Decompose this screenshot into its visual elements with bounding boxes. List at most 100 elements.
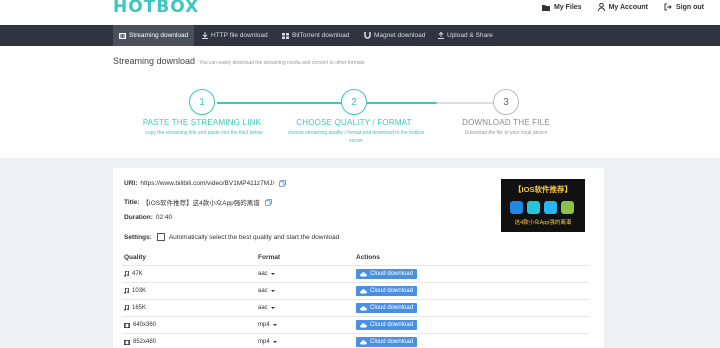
table-row: 852x480 mp4 Cloud download <box>122 333 589 348</box>
auto-select-checkbox[interactable] <box>156 233 165 241</box>
cloud-download-button[interactable]: Cloud download <box>356 337 418 347</box>
auto-select-text[interactable]: Automatically select the best quality an… <box>169 234 340 241</box>
caret-down-icon <box>272 341 277 343</box>
copy-title-icon[interactable] <box>264 198 272 206</box>
cloud-download-icon <box>360 339 367 344</box>
uri-row: URI: https://www.bilibili.com/video/BV1M… <box>124 180 287 187</box>
magnet-icon <box>364 32 371 39</box>
cloud-download-label: Cloud download <box>370 305 414 311</box>
my-files-link[interactable]: My Files <box>541 3 582 11</box>
cloud-download-icon <box>360 271 367 276</box>
thumbnail-app-icons <box>510 201 578 214</box>
copy-uri-icon[interactable] <box>279 180 287 187</box>
title-row: Title: 【IOS软件推荐】这4款小众App强的离谱 <box>124 197 272 207</box>
step-2-number: 2 <box>351 96 357 108</box>
table-row: 640x360 mp4 Cloud download <box>122 316 589 333</box>
title-label: Title: <box>124 198 140 206</box>
format-value: mp4 <box>258 339 270 345</box>
tab-http-file-download-label: HTTP file download <box>211 32 268 39</box>
tab-magnet-download-label: Magnet download <box>374 32 426 39</box>
caret-down-icon <box>270 290 275 292</box>
cloud-download-button[interactable]: Cloud download <box>356 303 418 313</box>
thumbnail-caption: 这4款小众App强的离谱 <box>514 220 572 226</box>
format-select[interactable]: mp4 <box>258 322 277 328</box>
hotbox-logo[interactable]: HOTBOX <box>113 0 199 17</box>
step-1-desc: copy the streaming link and paste into t… <box>145 130 263 136</box>
format-select[interactable]: aac <box>258 271 275 277</box>
user-icon <box>597 3 605 11</box>
step-1-title: PASTE THE STREAMING LINK <box>142 118 262 127</box>
top-links: My Files My Account Sign out <box>541 3 720 11</box>
table-row: 103K aac Cloud download <box>122 282 589 299</box>
title-value: 【IOS软件推荐】这4款小众App强的离谱 <box>142 200 260 207</box>
settings-label: Settings: <box>124 233 152 241</box>
app-icon <box>544 201 557 214</box>
my-account-link[interactable]: My Account <box>597 3 648 11</box>
page-title-text: Streaming download <box>113 56 196 66</box>
duration-label: Duration: <box>124 214 153 221</box>
quality-cell: 47K <box>124 271 143 277</box>
step-3-number: 3 <box>503 96 509 108</box>
duration-row: Duration: 02:40 <box>124 214 172 221</box>
signout-icon <box>664 3 672 11</box>
step-3-circle: 3 <box>493 89 519 115</box>
format-select[interactable]: aac <box>258 288 275 294</box>
download-icon <box>202 32 208 39</box>
uri-label: URI: <box>124 180 138 187</box>
quality-cell: 852x480 <box>124 339 156 345</box>
quality-value: 640x360 <box>133 322 157 328</box>
tab-streaming-download-label: Streaming download <box>129 32 189 39</box>
cloud-download-button[interactable]: Cloud download <box>356 269 418 279</box>
format-select[interactable]: aac <box>258 305 275 311</box>
step-1-number: 1 <box>199 96 205 108</box>
tab-upload-share-label: Upload & Share <box>447 32 493 39</box>
folder-icon <box>541 4 550 11</box>
film-icon <box>124 322 130 328</box>
step-3-title: DOWNLOAD THE FILE <box>462 118 550 127</box>
top-header: HOTBOX My Files My Account Sign out <box>0 0 720 25</box>
tab-bittorrent-download[interactable]: BitTorrent download <box>276 25 355 46</box>
upload-icon <box>438 32 444 39</box>
step-connector-1 <box>217 102 341 104</box>
cloud-download-button[interactable]: Cloud download <box>356 286 418 296</box>
uri-value: https://www.bilibili.com/video/BV1MP411z… <box>140 180 275 187</box>
cloud-download-label: Cloud download <box>370 322 414 328</box>
settings-row: Settings: Automatically select the best … <box>124 233 339 241</box>
format-value: mp4 <box>258 322 270 328</box>
format-header: Format <box>258 254 281 261</box>
app-icon <box>561 201 574 214</box>
cloud-download-button[interactable]: Cloud download <box>356 320 418 330</box>
step-connector-2 <box>367 102 493 104</box>
format-value: aac <box>258 271 268 277</box>
music-icon <box>124 271 129 277</box>
video-thumbnail: 【IOS软件推荐】 这4款小众App强的离谱 <box>501 179 585 232</box>
table-row: 165K aac Cloud download <box>122 299 589 316</box>
film-icon <box>119 32 126 39</box>
format-value: aac <box>258 305 268 311</box>
caret-down-icon <box>270 273 275 275</box>
step-2-desc: choose streaming quality / format and do… <box>287 130 425 144</box>
tab-bittorrent-download-label: BitTorrent download <box>292 32 350 39</box>
sign-out-label: Sign out <box>676 3 704 11</box>
step-3-desc: Download the file to your local device <box>464 130 548 136</box>
tab-upload-share[interactable]: Upload & Share <box>432 25 499 46</box>
my-files-label: My Files <box>553 3 582 11</box>
main-nav: Streaming download HTTP file download Bi… <box>0 25 720 46</box>
cloud-download-icon <box>360 322 367 327</box>
music-icon <box>124 305 129 311</box>
tab-streaming-download[interactable]: Streaming download <box>113 25 195 46</box>
tab-magnet-download[interactable]: Magnet download <box>358 25 431 46</box>
table-row: 47K aac Cloud download <box>122 265 589 282</box>
cloud-download-icon <box>360 305 367 310</box>
step-1-circle: 1 <box>189 89 215 115</box>
tab-http-file-download[interactable]: HTTP file download <box>196 25 274 46</box>
sign-out-link[interactable]: Sign out <box>664 3 704 11</box>
quality-cell: 103K <box>124 288 146 294</box>
page-title: Streaming download You can easily downloa… <box>113 56 365 66</box>
format-select[interactable]: mp4 <box>258 339 277 345</box>
quality-value: 165K <box>132 305 147 311</box>
step-2-circle: 2 <box>341 89 367 115</box>
quality-cell: 640x360 <box>124 322 156 328</box>
quality-header: Quality <box>124 254 147 261</box>
quality-value: 852x480 <box>133 339 157 345</box>
